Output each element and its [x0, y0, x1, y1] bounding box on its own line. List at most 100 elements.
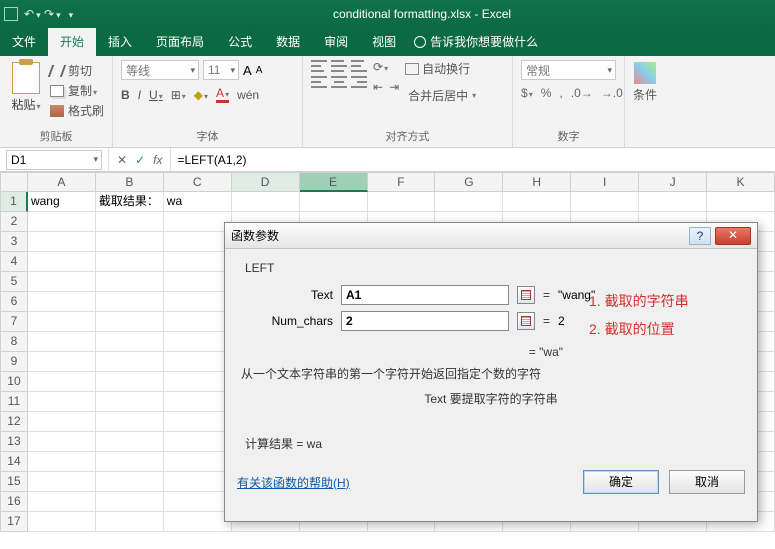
cell[interactable]	[96, 272, 164, 292]
row-header[interactable]: 2	[0, 212, 28, 232]
cell[interactable]	[164, 232, 232, 252]
cell[interactable]	[28, 512, 96, 532]
phonetic-button[interactable]: wén	[237, 88, 259, 102]
tell-me[interactable]: 告诉我你想要做什么	[414, 33, 538, 56]
cell[interactable]	[96, 392, 164, 412]
merge-center-button[interactable]: 合并后居中	[405, 87, 476, 104]
arg-input-numchars[interactable]	[341, 311, 509, 331]
select-all-corner[interactable]	[0, 172, 28, 192]
cell[interactable]	[28, 272, 96, 292]
row-header[interactable]: 15	[0, 472, 28, 492]
cell[interactable]	[96, 412, 164, 432]
row-header[interactable]: 4	[0, 252, 28, 272]
cell[interactable]	[164, 512, 232, 532]
cell[interactable]	[96, 212, 164, 232]
cell[interactable]	[639, 192, 707, 212]
percent-button[interactable]: %	[541, 86, 552, 100]
cell[interactable]	[164, 392, 232, 412]
italic-button[interactable]: I	[138, 88, 141, 102]
cell[interactable]	[164, 212, 232, 232]
cell[interactable]	[96, 252, 164, 272]
range-selector-icon[interactable]	[517, 312, 535, 330]
row-header[interactable]: 7	[0, 312, 28, 332]
cell[interactable]	[96, 372, 164, 392]
col-header-D[interactable]: D	[232, 172, 300, 192]
font-color-button[interactable]: A	[216, 86, 229, 103]
tab-formulas[interactable]: 公式	[216, 28, 264, 56]
font-size-combo[interactable]: 11	[203, 60, 239, 80]
tab-file[interactable]: 文件	[0, 28, 48, 56]
align-bottom-icon[interactable]	[351, 60, 367, 72]
grow-font-icon[interactable]: A	[243, 63, 252, 78]
cell[interactable]	[96, 312, 164, 332]
comma-button[interactable]: ,	[559, 86, 562, 100]
arg-input-text[interactable]	[341, 285, 509, 305]
fill-color-button[interactable]: ◆	[194, 88, 208, 102]
col-header-C[interactable]: C	[164, 172, 232, 192]
cell[interactable]	[503, 192, 571, 212]
cell[interactable]	[28, 212, 96, 232]
cell[interactable]	[164, 312, 232, 332]
align-center-icon[interactable]	[331, 76, 347, 88]
col-header-B[interactable]: B	[96, 172, 164, 192]
paste-button[interactable]: 粘贴	[8, 60, 44, 119]
cell[interactable]	[164, 352, 232, 372]
fx-icon[interactable]: fx	[153, 153, 162, 167]
border-button[interactable]: ⊞	[171, 88, 186, 102]
wrap-text-button[interactable]: 自动换行	[405, 60, 476, 77]
cell[interactable]	[96, 472, 164, 492]
redo-icon[interactable]: ↷	[44, 7, 61, 21]
dialog-close-icon[interactable]: ✕	[715, 227, 751, 245]
row-header[interactable]: 5	[0, 272, 28, 292]
format-painter-button[interactable]: 格式刷	[50, 102, 104, 119]
indent-right-icon[interactable]: ⇥	[389, 80, 399, 94]
cell[interactable]	[707, 192, 775, 212]
col-header-K[interactable]: K	[707, 172, 775, 192]
cell[interactable]	[164, 412, 232, 432]
col-header-A[interactable]: A	[28, 172, 96, 192]
col-header-J[interactable]: J	[639, 172, 707, 192]
row-header[interactable]: 17	[0, 512, 28, 532]
align-middle-icon[interactable]	[331, 60, 347, 72]
cell[interactable]: 截取结果：	[96, 192, 164, 212]
cell[interactable]	[368, 192, 436, 212]
cell[interactable]	[28, 232, 96, 252]
cell[interactable]: wang	[28, 192, 96, 212]
cell[interactable]	[571, 192, 639, 212]
cell[interactable]	[28, 312, 96, 332]
conditional-formatting-button[interactable]: 条件	[633, 60, 657, 103]
save-icon[interactable]	[4, 7, 18, 21]
cell[interactable]	[164, 372, 232, 392]
cell[interactable]	[96, 492, 164, 512]
cell[interactable]	[96, 232, 164, 252]
row-header[interactable]: 1	[0, 192, 28, 212]
cell[interactable]	[164, 452, 232, 472]
enter-formula-icon[interactable]: ✓	[135, 153, 145, 167]
accounting-button[interactable]: $	[521, 86, 533, 100]
col-header-H[interactable]: H	[503, 172, 571, 192]
cell[interactable]	[96, 452, 164, 472]
tab-review[interactable]: 审阅	[312, 28, 360, 56]
orientation-button[interactable]: ⟳	[373, 60, 399, 74]
col-header-G[interactable]: G	[435, 172, 503, 192]
col-header-I[interactable]: I	[571, 172, 639, 192]
function-help-link[interactable]: 有关该函数的帮助(H)	[237, 474, 573, 491]
font-family-combo[interactable]: 等线	[121, 60, 199, 80]
cell[interactable]	[232, 192, 300, 212]
cut-button[interactable]: 剪切	[50, 62, 104, 79]
cell[interactable]	[96, 332, 164, 352]
shrink-font-icon[interactable]: A	[256, 65, 263, 76]
bold-button[interactable]: B	[121, 88, 130, 102]
cell[interactable]	[96, 432, 164, 452]
dialog-titlebar[interactable]: 函数参数 ? ✕	[225, 223, 757, 249]
ok-button[interactable]: 确定	[583, 470, 659, 494]
row-header[interactable]: 11	[0, 392, 28, 412]
undo-icon[interactable]: ↶	[24, 7, 38, 21]
cell[interactable]	[164, 272, 232, 292]
row-header[interactable]: 10	[0, 372, 28, 392]
cell[interactable]	[435, 192, 503, 212]
cell[interactable]	[28, 392, 96, 412]
cell[interactable]	[28, 352, 96, 372]
tab-home[interactable]: 开始	[48, 28, 96, 56]
cell[interactable]	[164, 292, 232, 312]
